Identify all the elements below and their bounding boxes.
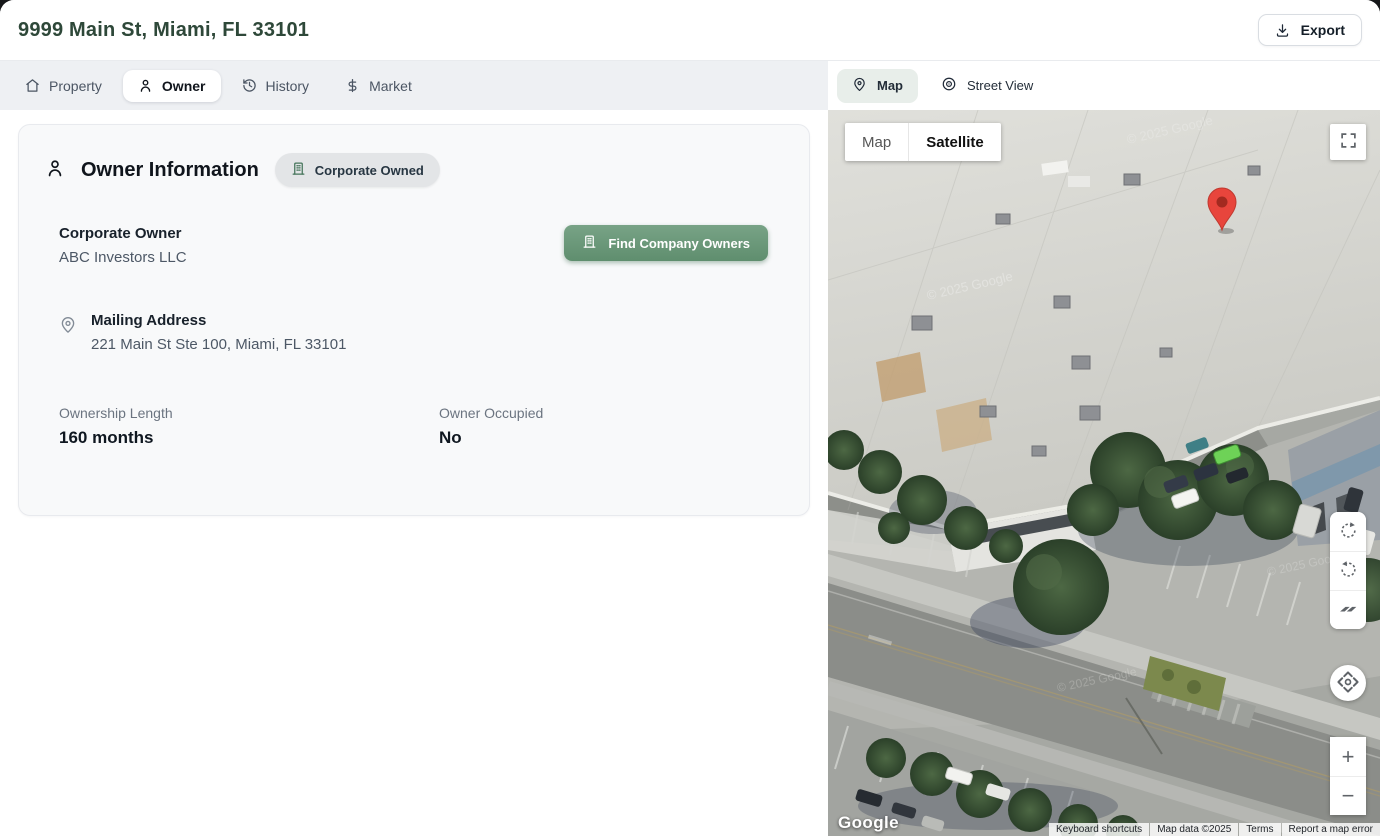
stat-value: 160 months [59,428,439,448]
report-map-error-link[interactable]: Report a map error [1282,823,1380,836]
rotate-tilt-panel [1330,512,1366,629]
dollar-icon [345,78,360,93]
tilt-icon [1338,599,1358,622]
map-view-button[interactable]: Map [837,69,918,103]
map-type-satellite[interactable]: Satellite [908,123,1001,161]
pan-control[interactable] [1330,665,1366,701]
terms-link[interactable]: Terms [1239,823,1280,836]
person-icon [138,78,153,93]
stat-value: No [439,428,543,448]
stat-label: Ownership Length [59,405,439,421]
stat-label: Owner Occupied [439,405,543,421]
zoom-control: + − [1330,737,1366,815]
house-icon [25,78,40,93]
app-window: 9999 Main St, Miami, FL 33101 Export Pro… [0,0,1380,836]
card-header: Owner Information Corporate Owned [45,153,783,187]
map-attribution: Keyboard shortcuts Map data ©2025 Terms … [1049,823,1380,836]
main-content: Owner Information Corporate Owned Corpor… [0,110,828,836]
zoom-in-button[interactable]: + [1330,737,1366,776]
tab-label: Owner [162,78,206,94]
stats-row: Ownership Length 160 months Owner Occupi… [45,405,783,448]
building-icon [582,234,597,252]
tilt-view-button[interactable] [1330,590,1366,629]
find-company-owners-button[interactable]: Find Company Owners [564,225,768,261]
fullscreen-button[interactable] [1330,124,1366,160]
tab-label: Property [49,78,102,94]
zoom-out-button[interactable]: − [1330,776,1366,815]
owner-information-card: Owner Information Corporate Owned Corpor… [18,124,810,516]
tab-property[interactable]: Property [10,70,117,102]
rotate-clockwise-icon [1339,521,1358,543]
street-view-label: Street View [967,78,1033,93]
rotate-counterclockwise-icon [1339,560,1358,582]
street-view-button[interactable]: Street View [926,68,1048,103]
building-icon [291,161,306,179]
owner-occupied-stat: Owner Occupied No [439,405,543,448]
tab-bar: Property Owner History Market [0,61,828,111]
person-icon [45,158,65,183]
rotate-clockwise-button[interactable] [1330,512,1366,551]
tab-market[interactable]: Market [330,70,427,102]
tab-history[interactable]: History [227,70,325,102]
tab-label: History [266,78,310,94]
history-icon [242,78,257,93]
corporate-owner-label: Corporate Owner [59,225,187,242]
card-title: Owner Information [81,159,259,182]
mailing-address-row: Mailing Address 221 Main St Ste 100, Mia… [45,312,783,353]
corporate-owned-badge: Corporate Owned [275,153,440,187]
map-type-map[interactable]: Map [845,123,908,161]
map-panel: © 2025 Google © 2025 Google © 2025 Googl… [828,110,1380,836]
keyboard-shortcuts-link[interactable]: Keyboard shortcuts [1049,823,1149,836]
map-toolbar: Map Street View [828,61,1380,111]
map-pin-icon [852,77,867,95]
mailing-address-block: Mailing Address 221 Main St Ste 100, Mia… [91,312,346,353]
map-data-attribution: Map data ©2025 [1150,823,1238,836]
ownership-length-stat: Ownership Length 160 months [59,405,439,448]
header: 9999 Main St, Miami, FL 33101 Export [0,0,1380,60]
download-icon [1275,23,1290,38]
map-type-control: Map Satellite [845,123,1001,161]
pan-arrows-icon [1333,667,1363,700]
corporate-owner-row: Corporate Owner ABC Investors LLC Find C… [45,225,783,266]
google-logo: Google [838,813,899,833]
eye-icon [941,76,957,95]
corporate-owner-block: Corporate Owner ABC Investors LLC [59,225,187,266]
mailing-address-label: Mailing Address [91,312,346,329]
page-title: 9999 Main St, Miami, FL 33101 [18,19,309,42]
map-view-label: Map [877,78,903,93]
corporate-owner-name: ABC Investors LLC [59,249,187,266]
export-button-label: Export [1301,22,1345,38]
tab-owner[interactable]: Owner [123,70,221,102]
find-company-owners-label: Find Company Owners [608,236,750,251]
satellite-imagery[interactable]: © 2025 Google © 2025 Google © 2025 Googl… [828,110,1380,836]
mailing-address-value: 221 Main St Ste 100, Miami, FL 33101 [91,336,346,353]
export-button[interactable]: Export [1258,14,1362,46]
tab-label: Market [369,78,412,94]
map-pin-icon [59,312,77,353]
rotate-counterclockwise-button[interactable] [1330,551,1366,590]
fullscreen-icon [1340,132,1357,152]
tab-band: Property Owner History Market Map S [0,60,1380,111]
badge-label: Corporate Owned [315,163,424,178]
